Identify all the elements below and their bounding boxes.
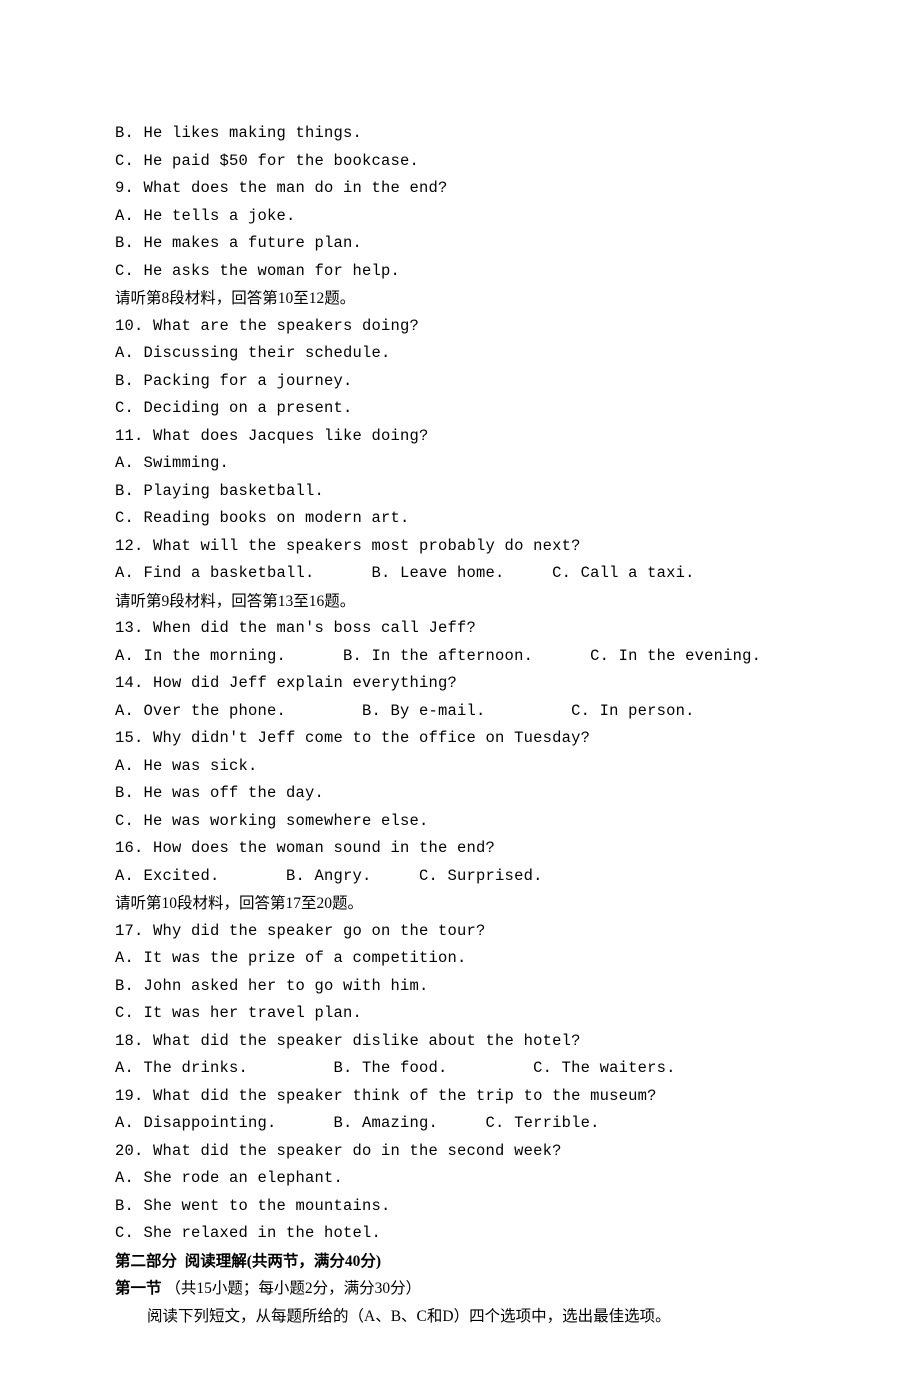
exam-line: B. Packing for a journey. xyxy=(115,368,805,396)
exam-line: B. Playing basketball. xyxy=(115,478,805,506)
exam-line: C. Reading books on modern art. xyxy=(115,505,805,533)
exam-line: 14. How did Jeff explain everything? xyxy=(115,670,805,698)
exam-line: 20. What did the speaker do in the secon… xyxy=(115,1138,805,1166)
exam-line: B. He was off the day. xyxy=(115,780,805,808)
exam-line: C. It was her travel plan. xyxy=(115,1000,805,1028)
exam-line: 9. What does the man do in the end? xyxy=(115,175,805,203)
exam-line: 10. What are the speakers doing? xyxy=(115,313,805,341)
exam-line: C. He was working somewhere else. xyxy=(115,808,805,836)
exam-line: A. Over the phone. B. By e-mail. C. In p… xyxy=(115,698,805,726)
exam-line: A. Discussing their schedule. xyxy=(115,340,805,368)
exam-line: 11. What does Jacques like doing? xyxy=(115,423,805,451)
exam-line: 第一节 （共15小题；每小题2分，满分30分） xyxy=(115,1275,805,1303)
exam-line: A. Excited. B. Angry. C. Surprised. xyxy=(115,863,805,891)
exam-line: A. She rode an elephant. xyxy=(115,1165,805,1193)
exam-line: 15. Why didn't Jeff come to the office o… xyxy=(115,725,805,753)
exam-line: B. He makes a future plan. xyxy=(115,230,805,258)
exam-line: 18. What did the speaker dislike about t… xyxy=(115,1028,805,1056)
exam-line: B. John asked her to go with him. xyxy=(115,973,805,1001)
section-label: 第一节 xyxy=(115,1280,165,1297)
exam-line: A. He was sick. xyxy=(115,753,805,781)
exam-line: A. The drinks. B. The food. C. The waite… xyxy=(115,1055,805,1083)
exam-line: C. He paid $50 for the bookcase. xyxy=(115,148,805,176)
exam-line: B. He likes making things. xyxy=(115,120,805,148)
exam-line: A. Disappointing. B. Amazing. C. Terribl… xyxy=(115,1110,805,1138)
exam-line: A. It was the prize of a competition. xyxy=(115,945,805,973)
exam-line: A. Swimming. xyxy=(115,450,805,478)
exam-line: 阅读下列短文，从每题所给的（A、B、C和D）四个选项中，选出最佳选项。 xyxy=(115,1303,805,1331)
exam-line: 请听第8段材料，回答第10至12题。 xyxy=(115,285,805,313)
exam-line: C. She relaxed in the hotel. xyxy=(115,1220,805,1248)
exam-line: B. She went to the mountains. xyxy=(115,1193,805,1221)
exam-line: 第二部分 阅读理解(共两节，满分40分) xyxy=(115,1248,805,1276)
exam-line: 16. How does the woman sound in the end? xyxy=(115,835,805,863)
exam-line: A. In the morning. B. In the afternoon. … xyxy=(115,643,805,671)
exam-line: C. Deciding on a present. xyxy=(115,395,805,423)
exam-line: 请听第9段材料，回答第13至16题。 xyxy=(115,588,805,616)
exam-line: 请听第10段材料，回答第17至20题。 xyxy=(115,890,805,918)
exam-line: A. He tells a joke. xyxy=(115,203,805,231)
exam-line: A. Find a basketball. B. Leave home. C. … xyxy=(115,560,805,588)
exam-page: B. He likes making things.C. He paid $50… xyxy=(0,0,920,1390)
exam-line: 13. When did the man's boss call Jeff? xyxy=(115,615,805,643)
exam-line: 19. What did the speaker think of the tr… xyxy=(115,1083,805,1111)
exam-line: C. He asks the woman for help. xyxy=(115,258,805,286)
exam-line: 17. Why did the speaker go on the tour? xyxy=(115,918,805,946)
section-detail: （共15小题；每小题2分，满分30分） xyxy=(165,1280,421,1297)
exam-line: 12. What will the speakers most probably… xyxy=(115,533,805,561)
